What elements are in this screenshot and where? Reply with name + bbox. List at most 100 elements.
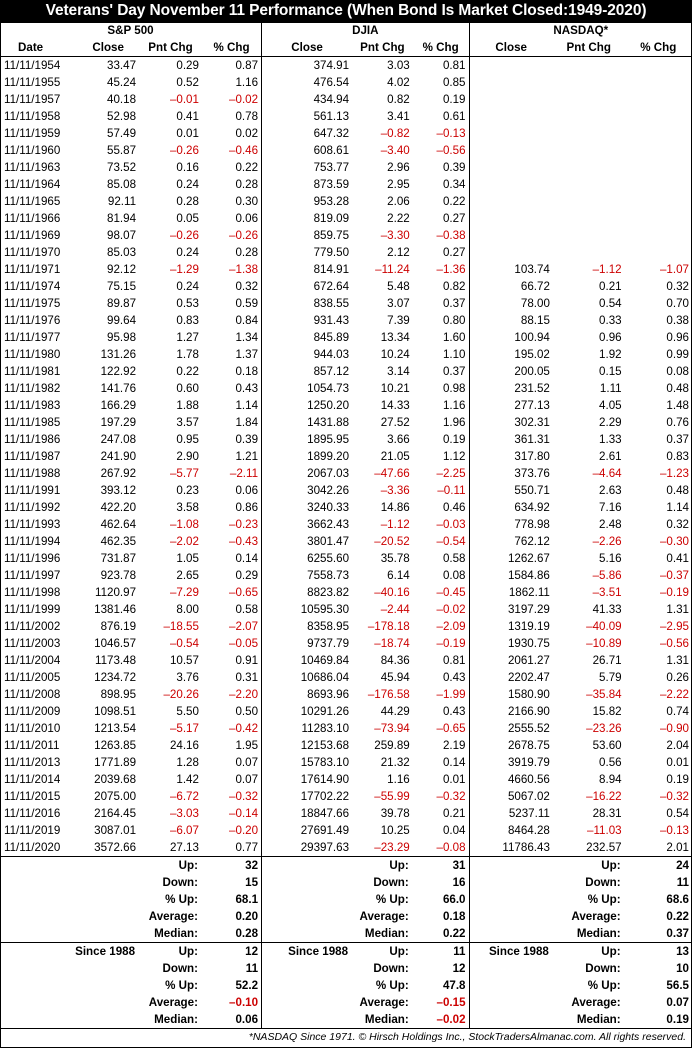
cell-nq-pnt: –1.12 [592, 263, 622, 276]
cell-dj-close: 779.50 [261, 244, 353, 261]
summary-spacer [0, 874, 139, 891]
summary-value-nasdaq: 24 [624, 856, 692, 874]
cell-date: 11/11/2005 [4, 671, 61, 684]
summary-value-djia: 12 [452, 962, 466, 975]
cell-nq-pct: 0.38 [666, 314, 689, 327]
summary-value-nasdaq: 0.07 [666, 996, 689, 1009]
summary-label-djia: % Up: [375, 893, 409, 906]
cell-sp-pnt: –3.03 [169, 807, 199, 820]
cell-nq-pct: 0.48 [666, 484, 689, 497]
cell-sp-close: 3087.01 [94, 824, 137, 837]
cell-sp-pct: 0.43 [235, 382, 259, 395]
summary-label-sp500: Down: [162, 876, 198, 889]
cell-nq-close: 78.00 [468, 295, 553, 312]
table-row: 11/11/2013 1771.89 1.28 0.07 15783.10 21.32 0.… [0, 754, 692, 771]
cell-dj-pnt: 3.66 [387, 433, 410, 446]
cell-nq-pnt [553, 159, 625, 176]
cell-nq-pct [625, 91, 692, 108]
cell-sp-close: 2164.45 [94, 807, 137, 820]
cell-dj-close: 838.55 [261, 295, 353, 312]
cell-sp-pnt: 0.83 [176, 314, 199, 327]
cell-sp-close: 73.52 [107, 161, 137, 174]
cell-nq-close: 373.76 [468, 465, 553, 482]
cell-date: 11/11/1982 [4, 382, 61, 395]
cell-dj-pnt: –0.82 [380, 127, 410, 140]
summary-label-nasdaq: Median: [576, 927, 621, 940]
cell-dj-pnt: 1.16 [387, 773, 410, 786]
cell-sp-pnt: 0.60 [176, 382, 199, 395]
cell-nq-pct [625, 57, 692, 75]
table-row: 11/11/2002 876.19 –18.55 –2.07 8358.95 –178.1… [0, 618, 692, 635]
cell-dj-pct: –2.09 [436, 620, 466, 633]
cell-sp-pct: 0.30 [235, 195, 259, 208]
cell-nq-pct: 0.19 [666, 773, 689, 786]
summary-row: Average: 0.20 Average: 0.18 Average: 0.22 [0, 908, 692, 925]
cell-nq-pnt: 8.94 [599, 773, 622, 786]
cell-sp-pnt: 1.28 [176, 756, 199, 769]
cell-dj-pnt: 10.24 [380, 348, 410, 361]
cell-nq-close: 66.72 [468, 278, 553, 295]
cell-dj-pnt: 4.02 [387, 76, 410, 89]
cell-nq-pct [625, 125, 692, 142]
cell-sp-close: 81.94 [107, 212, 137, 225]
cell-dj-pnt: –73.94 [374, 722, 410, 735]
summary-value-nasdaq: 10 [676, 962, 689, 975]
summary-label-nasdaq: Median: [576, 1013, 621, 1026]
summary-label-sp500: % Up: [165, 979, 198, 992]
col-nq-pnt: Pnt Chg [566, 41, 611, 54]
col-sp-pnt: Pnt Chg [148, 41, 193, 54]
cell-nq-pnt: –11.03 [587, 824, 622, 837]
cell-dj-pct: 0.04 [442, 824, 466, 837]
cell-sp-close: 122.92 [100, 365, 137, 378]
cell-sp-pct: 0.07 [235, 756, 259, 769]
cell-sp-close: 131.26 [100, 348, 137, 361]
summary-value-djia: –0.02 [436, 1013, 466, 1026]
summary-row: Down: 15 Down: 16 Down: 11 [0, 874, 692, 891]
cell-dj-pnt: 14.33 [380, 399, 410, 412]
cell-sp-pct: 0.84 [235, 314, 259, 327]
cell-nq-pct: –0.13 [659, 824, 689, 837]
cell-nq-close: 2678.75 [468, 737, 553, 754]
cell-sp-pnt: –0.01 [169, 93, 199, 106]
table-row: 11/11/1954 33.47 0.29 0.87 374.91 3.03 0.81 [0, 56, 692, 75]
cell-nq-close [468, 176, 553, 193]
cell-nq-pnt [553, 193, 625, 210]
cell-dj-pnt: 2.12 [387, 246, 410, 259]
cell-dj-pct: 0.08 [442, 569, 466, 582]
cell-dj-pnt: 2.96 [387, 161, 410, 174]
cell-date: 11/11/1974 [4, 280, 61, 293]
cell-nq-pnt: 2.61 [599, 450, 622, 463]
cell-dj-pnt: 13.34 [380, 331, 410, 344]
cell-nq-pnt [553, 244, 625, 261]
col-sp-close: Close [92, 41, 124, 54]
cell-nq-close: 762.12 [468, 533, 553, 550]
cell-dj-close: 8358.95 [261, 618, 353, 635]
cell-date: 11/11/1992 [4, 501, 61, 514]
table-row: 11/11/1986 247.08 0.95 0.39 1895.95 3.66 0.19 3… [0, 431, 692, 448]
cell-nq-pnt: 28.31 [592, 807, 622, 820]
cell-nq-pct: 0.96 [666, 331, 689, 344]
cell-sp-close: 92.11 [107, 195, 137, 208]
summary-value-sp500: 11 [245, 962, 259, 975]
cell-dj-close: 1250.20 [261, 397, 353, 414]
cell-sp-pct: 1.16 [235, 76, 259, 89]
cell-date: 11/11/2011 [4, 739, 60, 752]
cell-sp-close: 1263.85 [94, 739, 137, 752]
cell-date: 11/11/2004 [4, 654, 61, 667]
cell-dj-pnt: 39.78 [380, 807, 410, 820]
col-dj-close: Close [261, 39, 353, 57]
cell-nq-close: 317.80 [468, 448, 553, 465]
cell-sp-pnt: 0.01 [176, 127, 199, 140]
summary-label-sp500: Up: [139, 856, 202, 874]
cell-sp-close: 247.08 [100, 433, 137, 446]
table-row: 11/11/1982 141.76 0.60 0.43 1054.73 10.21 0.98… [0, 380, 692, 397]
cell-sp-pct: –2.07 [229, 620, 259, 633]
summary-value-sp500: 0.28 [235, 927, 259, 940]
cell-sp-pct: 1.95 [235, 739, 259, 752]
cell-dj-close: 873.59 [261, 176, 353, 193]
since-label-djia: Since 1988 [261, 942, 353, 960]
cell-sp-pct: 0.29 [235, 569, 259, 582]
cell-nq-pct: 0.74 [666, 705, 689, 718]
cell-dj-close: 672.64 [261, 278, 353, 295]
summary-value-sp500: –0.10 [229, 996, 259, 1009]
